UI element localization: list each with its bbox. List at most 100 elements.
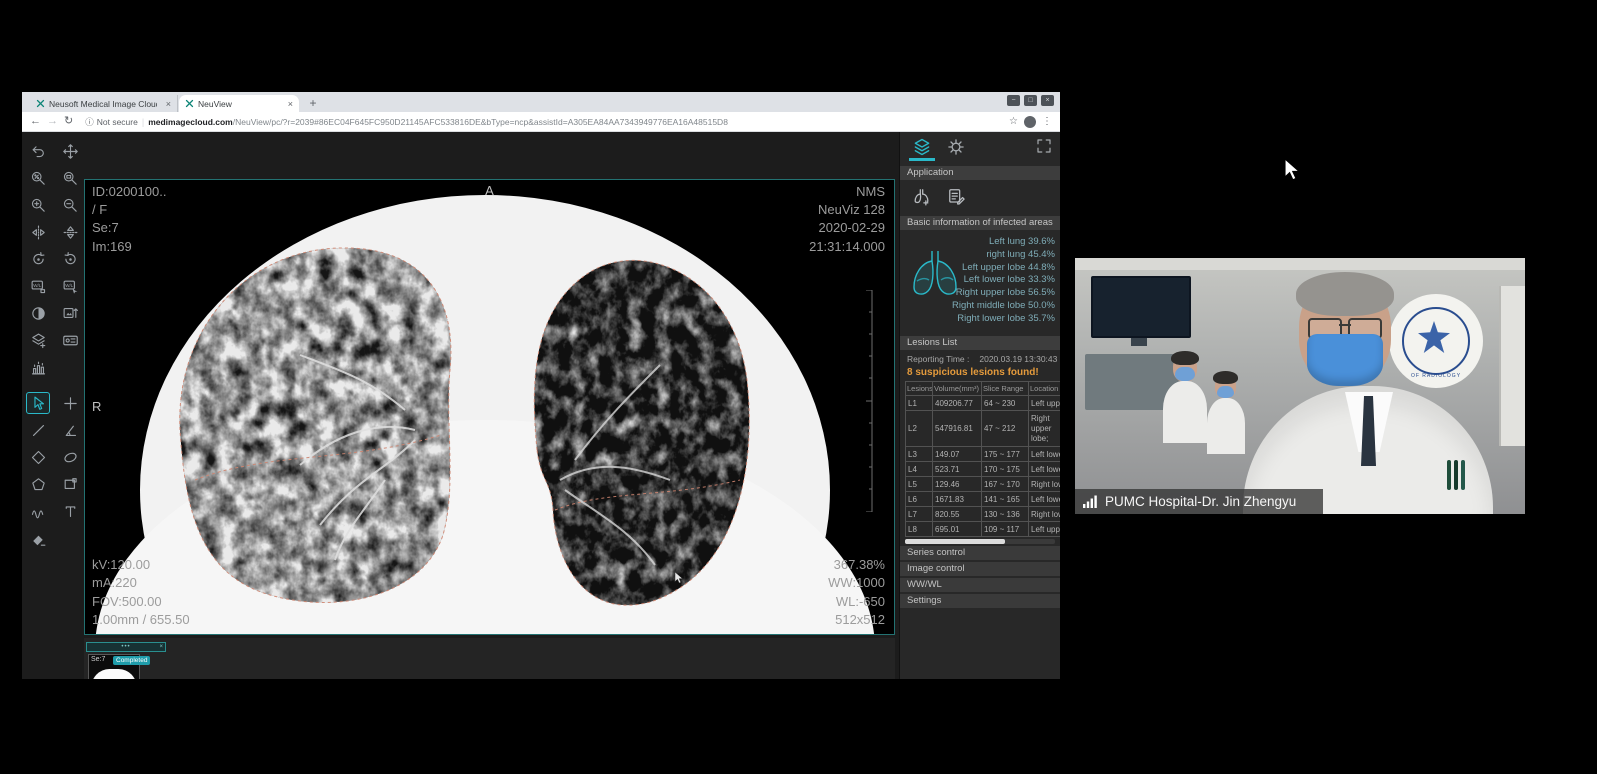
new-tab-button[interactable]: +	[306, 96, 320, 110]
infection-stats-panel: Left lung 39.6%right lung 45.4%Left uppe…	[900, 230, 1060, 332]
ct-viewport[interactable]: ID:0200100.. / F Se:7 Im:169 NMS NeuViz …	[84, 179, 895, 635]
table-cell: 170 ~ 175	[982, 462, 1029, 477]
table-cell: 141 ~ 165	[982, 492, 1029, 507]
report-edit-icon[interactable]	[947, 187, 966, 206]
table-cell: 47 ~ 212	[982, 411, 1029, 447]
analysis-settings-icon[interactable]	[946, 137, 966, 157]
lesion-row[interactable]: L7820.55130 ~ 136Right lower lobe	[906, 507, 1061, 522]
security-chip[interactable]: ⓘ Not secure	[85, 116, 138, 128]
undo-icon[interactable]	[26, 140, 50, 162]
zoom-percent-icon[interactable]	[26, 167, 50, 189]
back-icon[interactable]: ←	[30, 112, 41, 131]
wwwl-section[interactable]: WW/WL	[900, 578, 1060, 592]
application-section-header[interactable]: Application	[900, 166, 1060, 180]
rect-icon[interactable]	[58, 473, 82, 495]
reload-icon[interactable]: ↻	[64, 112, 73, 131]
tab-close-icon[interactable]: ×	[288, 99, 293, 109]
pan-icon[interactable]	[58, 140, 82, 162]
browser-tab-bar: Neusoft Medical Image Cloud Pl × NeuView…	[22, 92, 1060, 112]
table-header: Volume(mm³)	[933, 382, 982, 396]
histogram-icon[interactable]	[26, 356, 50, 378]
scale-ruler	[864, 290, 874, 512]
browser-menu-icon[interactable]: ⋮	[1042, 116, 1052, 127]
series-thumbnail-strip: ••• × Se:7 Completed 294/294	[84, 638, 895, 679]
table-cell: L1	[906, 396, 933, 411]
series-control-section[interactable]: Series control	[900, 546, 1060, 560]
eraser-icon[interactable]	[26, 527, 50, 549]
lung-analysis-icon[interactable]	[912, 187, 931, 206]
pointer-icon[interactable]	[26, 392, 50, 414]
layers-tab-icon[interactable]	[912, 137, 932, 157]
bookmark-star-icon[interactable]: ☆	[1009, 116, 1018, 127]
forward-icon[interactable]: →	[47, 112, 58, 131]
surgical-mask	[1307, 334, 1383, 386]
zoom-region-icon[interactable]	[58, 167, 82, 189]
neusoft-favicon-icon	[185, 99, 194, 108]
tag-icon[interactable]	[58, 329, 82, 351]
tab-neusoft-cloud[interactable]: Neusoft Medical Image Cloud Pl ×	[30, 95, 178, 112]
table-cell: Left upper lobe	[1029, 522, 1061, 537]
flip-h-icon[interactable]	[26, 221, 50, 243]
text-icon[interactable]	[58, 500, 82, 522]
tab-close-icon[interactable]: ×	[166, 99, 171, 109]
room-ceiling	[1075, 258, 1525, 270]
scrollbar-thumb[interactable]	[905, 539, 1005, 544]
lesion-row[interactable]: L4523.71170 ~ 175Left lower lobe	[906, 462, 1061, 477]
table-cell: L4	[906, 462, 933, 477]
lung-stat-line: Left lung 39.6%	[952, 236, 1055, 249]
layers-add-icon[interactable]	[26, 329, 50, 351]
series-bar-close-icon[interactable]: ×	[159, 644, 163, 650]
series-strip-toggle[interactable]: ••• ×	[86, 642, 166, 652]
lesion-row[interactable]: L2547916.8147 ~ 212Right upper lobe;	[906, 411, 1061, 447]
table-cell: Left upper lobe	[1029, 396, 1061, 411]
lesions-section-header[interactable]: Lesions List	[900, 336, 1060, 350]
maximize-button[interactable]: □	[1024, 95, 1037, 106]
rotate-cw-icon[interactable]	[26, 248, 50, 270]
wl-arrow-icon[interactable]: W/L	[58, 275, 82, 297]
table-horizontal-scrollbar[interactable]	[905, 539, 1055, 544]
table-cell: Left lower lobe	[1029, 492, 1061, 507]
invert-icon[interactable]	[26, 302, 50, 324]
ellipse-icon[interactable]	[58, 446, 82, 468]
rotate-ccw-icon[interactable]	[58, 248, 82, 270]
angle-icon[interactable]	[58, 419, 82, 441]
ct-image	[85, 180, 894, 634]
profile-avatar[interactable]	[1024, 116, 1036, 128]
basic-info-section-header[interactable]: Basic information of infected areas	[900, 216, 1060, 230]
fullscreen-icon[interactable]	[1035, 137, 1053, 155]
tool-group	[26, 392, 84, 549]
zoom-in-icon[interactable]	[26, 194, 50, 216]
lesion-row[interactable]: L3149.07175 ~ 177Left lower lobe	[906, 447, 1061, 462]
settings-section[interactable]: Settings	[900, 594, 1060, 608]
close-button[interactable]: ×	[1041, 95, 1054, 106]
cine-icon[interactable]	[58, 302, 82, 324]
table-cell: 109 ~ 117	[982, 522, 1029, 537]
window-controls: − □ ×	[1007, 95, 1054, 106]
spline-icon[interactable]	[26, 500, 50, 522]
flip-v-icon[interactable]	[58, 221, 82, 243]
mouse-cursor	[1283, 158, 1302, 182]
series-thumbnail[interactable]: Se:7 Completed 294/294	[88, 654, 140, 679]
url-input[interactable]: ⓘ Not secure | medimagecloud.com/NeuView…	[79, 115, 1003, 128]
lung-stat-line: Right middle lobe 50.0%	[952, 300, 1055, 313]
minimize-button[interactable]: −	[1007, 95, 1020, 106]
crosshair-icon[interactable]	[58, 392, 82, 414]
lesion-row[interactable]: L1409206.7764 ~ 230Left upper lobe	[906, 396, 1061, 411]
table-header: Lesions	[906, 382, 933, 396]
lesion-row[interactable]: L5129.46167 ~ 170Right lower lobe	[906, 477, 1061, 492]
lung-stat-line: Left lower lobe 33.3%	[952, 274, 1055, 287]
lesion-row[interactable]: L8695.01109 ~ 117Left upper lobe	[906, 522, 1061, 537]
polygon-icon[interactable]	[26, 473, 50, 495]
participant-name: PUMC Hospital-Dr. Jin Zhengyu	[1105, 494, 1296, 509]
tab-neuview[interactable]: NeuView ×	[179, 95, 299, 112]
analysis-sidebar: Application Basic information of infecte…	[899, 132, 1060, 679]
wl-preset-icon[interactable]: W/L	[26, 275, 50, 297]
table-cell: Left lower lobe	[1029, 447, 1061, 462]
orientation-anterior-label: A	[85, 182, 894, 200]
zoom-out-icon[interactable]	[58, 194, 82, 216]
table-cell: 175 ~ 177	[982, 447, 1029, 462]
diamond-icon[interactable]	[26, 446, 50, 468]
lesion-row[interactable]: L61671.83141 ~ 165Left lower lobe	[906, 492, 1061, 507]
image-control-section[interactable]: Image control	[900, 562, 1060, 576]
line-icon[interactable]	[26, 419, 50, 441]
